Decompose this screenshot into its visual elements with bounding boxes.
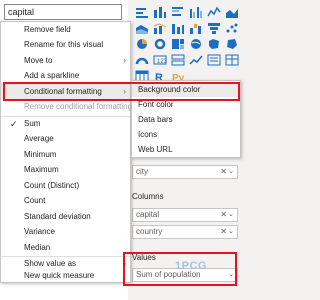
menu-item-average[interactable]: Average [1,132,130,146]
menu-item-minimum[interactable]: Minimum [1,148,130,162]
menu-item-add-sparkline[interactable]: Add a sparkline [1,69,130,83]
chevron-down-icon[interactable]: ⌄ [228,226,234,238]
menu-item-label: Remove conditional formatting [24,102,133,111]
table-icon[interactable] [224,52,240,66]
values-well-label: Values [132,253,156,262]
chevron-down-icon[interactable]: ⌄ [228,269,234,281]
menu-item-conditional-formatting[interactable]: Conditional formatting › [1,85,130,99]
checkmark-icon: ✓ [10,119,18,129]
chevron-right-icon: › [123,87,126,96]
submenu-item-font-color[interactable]: Font color [132,98,240,112]
field-context-menu: Remove field Rename for this visual Move… [0,21,133,283]
scatter-chart-icon[interactable] [224,20,240,34]
watermark-logo: 1PCG [175,260,207,272]
treemap-icon[interactable] [170,36,186,50]
menu-item-maximum[interactable]: Maximum [1,163,130,177]
stacked-bar-chart-icon[interactable] [134,4,150,18]
chevron-down-icon[interactable]: ⌄ [228,209,234,221]
filled-map-icon[interactable] [206,36,222,50]
chevron-down-icon[interactable]: ⌄ [228,166,234,178]
menu-item-sum[interactable]: ✓ Sum [1,117,130,131]
capital-field-label: capital [136,210,160,219]
stacked-column-chart-icon[interactable] [152,4,168,18]
area-chart-icon[interactable] [224,4,240,18]
pie-chart-icon[interactable] [134,36,150,50]
columns-well-label: Columns [132,192,164,201]
menu-item-label: Variance [24,227,55,236]
funnel-chart-icon[interactable] [206,20,222,34]
kpi-icon[interactable] [188,52,204,66]
conditional-formatting-submenu: Background color Font color Data bars Ic… [131,80,241,158]
fields-search-input[interactable]: capital [4,4,122,20]
menu-item-label: Minimum [24,150,57,159]
menu-item-rename-for-visual[interactable]: Rename for this visual [1,38,130,52]
city-field-label: city [136,167,148,176]
menu-item-label: Sum [24,119,41,128]
menu-item-label: Median [24,243,51,252]
menu-item-count-distinct[interactable]: Count (Distinct) [1,179,130,193]
submenu-item-background-color[interactable]: Background color [132,83,240,97]
submenu-item-icons[interactable]: Icons [132,128,240,142]
line-chart-icon[interactable] [206,4,222,18]
menu-item-count[interactable]: Count [1,194,130,208]
submenu-item-label: Background color [138,85,201,94]
remove-field-icon[interactable]: ✕ [220,209,227,221]
menu-item-label: Standard deviation [24,212,91,221]
menu-item-label: New quick measure [24,271,95,280]
menu-item-remove-field[interactable]: Remove field [1,23,130,37]
submenu-item-label: Icons [138,130,158,139]
menu-item-remove-conditional-formatting: Remove conditional formatting [1,100,133,114]
chevron-right-icon: › [123,56,126,65]
multi-row-card-icon[interactable] [170,52,186,66]
ribbon-chart-icon[interactable] [170,20,186,34]
waterfall-chart-icon[interactable] [188,20,204,34]
submenu-item-label: Data bars [138,115,173,124]
city-field-chip[interactable]: city ✕ ⌄ [132,165,238,179]
menu-item-label: Maximum [24,165,59,174]
svg-text:123: 123 [157,59,167,65]
submenu-item-label: Web URL [138,145,173,154]
stacked-area-chart-icon[interactable] [134,20,150,34]
country-field-chip[interactable]: country ✕ ⌄ [132,225,238,239]
menu-item-label: Count [24,196,46,205]
menu-item-label: Add a sparkline [24,71,80,80]
submenu-item-web-url[interactable]: Web URL [132,143,240,157]
menu-item-label: Conditional formatting [24,87,102,96]
menu-item-label: Rename for this visual [24,40,104,49]
gauge-icon[interactable] [134,52,150,66]
clustered-column-chart-icon[interactable] [188,4,204,18]
line-column-chart-icon[interactable] [152,20,168,34]
menu-item-median[interactable]: Median [1,241,130,255]
menu-item-label: Show value as [24,259,77,268]
menu-item-new-quick-measure[interactable]: New quick measure [1,269,130,283]
menu-item-variance[interactable]: Variance [1,225,130,239]
donut-chart-icon[interactable] [152,36,168,50]
map-icon[interactable] [188,36,204,50]
menu-item-label: Remove field [24,25,71,34]
remove-field-icon[interactable]: ✕ [220,226,227,238]
capital-field-chip[interactable]: capital ✕ ⌄ [132,208,238,222]
menu-item-label: Move to [24,56,53,65]
menu-item-label: Count (Distinct) [24,181,80,190]
clustered-bar-chart-icon[interactable] [170,4,186,18]
submenu-item-label: Font color [138,100,174,109]
menu-item-label: Average [24,134,54,143]
shape-map-icon[interactable] [224,36,240,50]
menu-item-standard-deviation[interactable]: Standard deviation [1,210,130,224]
submenu-item-data-bars[interactable]: Data bars [132,113,240,127]
menu-item-move-to[interactable]: Move to › [1,54,130,68]
visual-type-grid: 123 R Py [134,4,242,82]
card-icon[interactable]: 123 [152,52,168,66]
country-field-label: country [136,227,163,236]
remove-field-icon[interactable]: ✕ [220,166,227,178]
slicer-icon[interactable] [206,52,222,66]
